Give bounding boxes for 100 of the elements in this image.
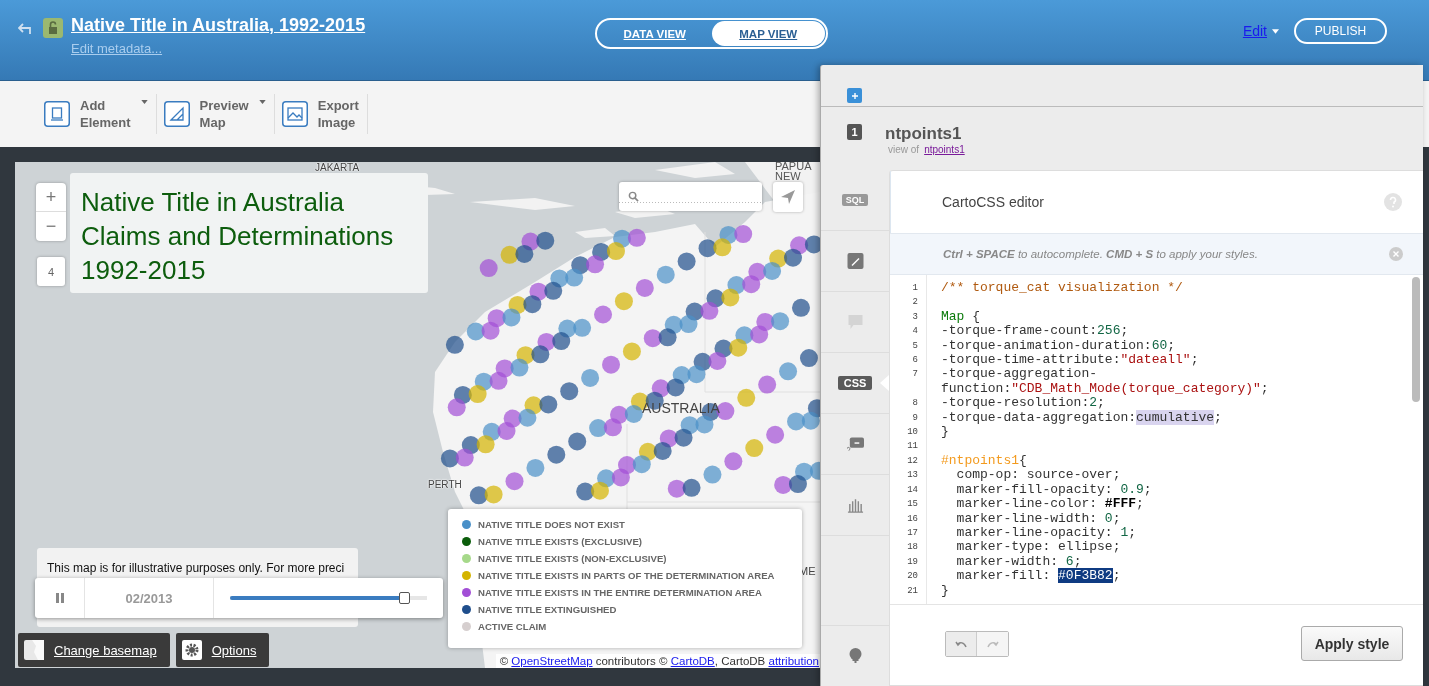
attribution-link[interactable]: CartoDB (670, 655, 715, 667)
line-number: 1 (911, 282, 918, 295)
paper-plane-icon (781, 190, 795, 204)
pause-icon (55, 593, 64, 603)
speech-bubble-icon (846, 314, 864, 330)
options-button[interactable]: Options (175, 633, 270, 667)
back-arrow-icon[interactable] (18, 23, 32, 35)
layer-number-badge: 1 (847, 124, 862, 140)
source-table-link[interactable]: ntpoints1 (924, 144, 965, 155)
legend-label: NATIVE TITLE EXTINGUISHED (478, 604, 617, 615)
legend-icon (846, 436, 864, 452)
caret-icon[interactable] (140, 100, 148, 104)
share-button[interactable] (773, 182, 803, 212)
hint-text: Ctrl + SPACE to autocomplete. CMD + S to apply your styles. (943, 248, 1258, 260)
legend-label: NATIVE TITLE EXISTS IN THE ENTIRE DETERMINATION AREA (478, 587, 762, 598)
zoom-level: 4 (37, 257, 65, 286)
legend-label: NATIVE TITLE EXISTS (NON-EXCLUSIVE) (478, 553, 667, 564)
lock-icon (43, 18, 63, 38)
toolbar-label[interactable]: Preview Map (199, 97, 249, 131)
ruler-icon[interactable] (163, 101, 190, 127)
search-field[interactable] (619, 182, 762, 211)
code-line: -torque-aggregation-function:"CDB_Math_Mode(torque_category)"; (941, 367, 1270, 397)
line-number: 10 (906, 426, 918, 440)
line-number: 12 (906, 454, 918, 468)
map-place-label: JAKARTA (315, 162, 360, 173)
code-line: marker-fill: #0F3B82; (955, 569, 1122, 584)
zoom-out-button[interactable]: − (36, 212, 66, 241)
apply-style-button[interactable]: Apply style (1301, 626, 1403, 661)
code-line: comp-op: source-over; (955, 468, 1122, 483)
code-line: -torque-resolution:2; (941, 396, 1106, 411)
view-tab[interactable]: MAP VIEW (711, 21, 825, 46)
disclaimer-text: This map is for illustrative purposes only. For more preci (47, 561, 345, 575)
publish-button[interactable]: PUBLISH (1294, 18, 1387, 44)
line-number: 16 (906, 512, 918, 526)
line-number: 17 (906, 526, 918, 540)
line-number: 5 (911, 339, 918, 353)
view-tab[interactable]: DATA VIEW (598, 21, 712, 46)
editor-title: CartoCSS editor (942, 194, 1044, 210)
code-line: -torque-frame-count:256; (941, 324, 1130, 339)
line-number: 7 (911, 368, 918, 382)
line-number: 13 (906, 469, 918, 483)
code-line: marker-type: ellipse; (955, 540, 1122, 555)
search-icon (628, 191, 639, 202)
code-line: Map { (941, 309, 981, 325)
code-line: marker-line-color: #FFF; (955, 497, 1145, 512)
image-icon[interactable] (281, 101, 308, 127)
map-heading: 1992-2015 (81, 254, 207, 287)
line-number: 15 (906, 498, 918, 512)
scrollbar-thumb[interactable] (1412, 277, 1420, 402)
slider-thumb[interactable] (399, 592, 411, 604)
code-line: -torque-animation-duration:60; (941, 338, 1177, 354)
zoom-in-button[interactable]: + (36, 183, 66, 212)
code-line: } (941, 425, 950, 440)
add-layer-button[interactable] (847, 88, 862, 103)
line-number: 18 (906, 541, 918, 555)
code-line: -torque-time-attribute:"dateall"; (941, 353, 1200, 368)
legend-label: ACTIVE CLAIM (478, 621, 547, 632)
line-number: 14 (906, 483, 918, 497)
toolbar-label[interactable]: Export Image (317, 97, 359, 131)
code-line: } (941, 583, 950, 598)
layer-name: ntpoints1 (885, 124, 963, 144)
line-number: 20 (906, 570, 918, 584)
caret-icon[interactable] (1272, 28, 1279, 34)
map-title-link[interactable]: Native Title in Australia, 1992-2015 (71, 15, 366, 36)
brush-icon (846, 253, 864, 269)
toolbar-label[interactable]: Add Element (80, 97, 131, 131)
legend-label: NATIVE TITLE DOES NOT EXIST (478, 519, 625, 530)
map-place-label: PERTH (428, 479, 462, 490)
code-line: marker-width: 6; (955, 554, 1083, 570)
code-line: marker-fill-opacity: 0.9; (955, 482, 1153, 498)
line-number: 11 (906, 440, 918, 454)
code-line: marker-line-width: 0; (955, 511, 1122, 526)
basemap-thumbnail-icon (24, 640, 44, 660)
line-number: 4 (911, 325, 918, 339)
code-line: marker-line-opacity: 1; (955, 525, 1138, 541)
code-editor[interactable] (890, 275, 1423, 605)
undo-button[interactable] (946, 632, 977, 656)
view-of-label: view of (888, 144, 920, 155)
undo-icon (955, 640, 967, 648)
add-element-icon[interactable] (44, 101, 70, 127)
attribution-link[interactable]: attribution (768, 655, 819, 667)
timeline-date: 02/2013 (85, 578, 214, 618)
code-line: #ntpoints1{ (941, 453, 1028, 469)
code-line: -torque-data-aggregation:cumulative; (941, 410, 1223, 426)
line-number: 2 (911, 296, 918, 310)
line-number: 21 (906, 584, 918, 598)
map-place-label: PAPUA NEW (775, 162, 813, 181)
attribution-text: © OpenStreetMap contributors © CartoDB, CartoDB attribution (495, 654, 820, 668)
plus-icon (850, 91, 859, 100)
bar-chart-icon (846, 497, 864, 513)
map-heading: Claims and Determinations (81, 220, 395, 253)
line-number: 9 (911, 411, 918, 425)
change-basemap-button[interactable]: Change basemap (18, 633, 170, 667)
caret-icon[interactable] (258, 100, 266, 104)
line-number: 19 (906, 555, 918, 569)
map-heading: Native Title in Australia (81, 186, 345, 219)
redo-icon (986, 640, 999, 648)
line-number: 3 (911, 310, 918, 324)
attribution-link[interactable]: OpenStreetMap (511, 655, 593, 667)
legend-label: NATIVE TITLE EXISTS (EXCLUSIVE) (478, 536, 642, 547)
